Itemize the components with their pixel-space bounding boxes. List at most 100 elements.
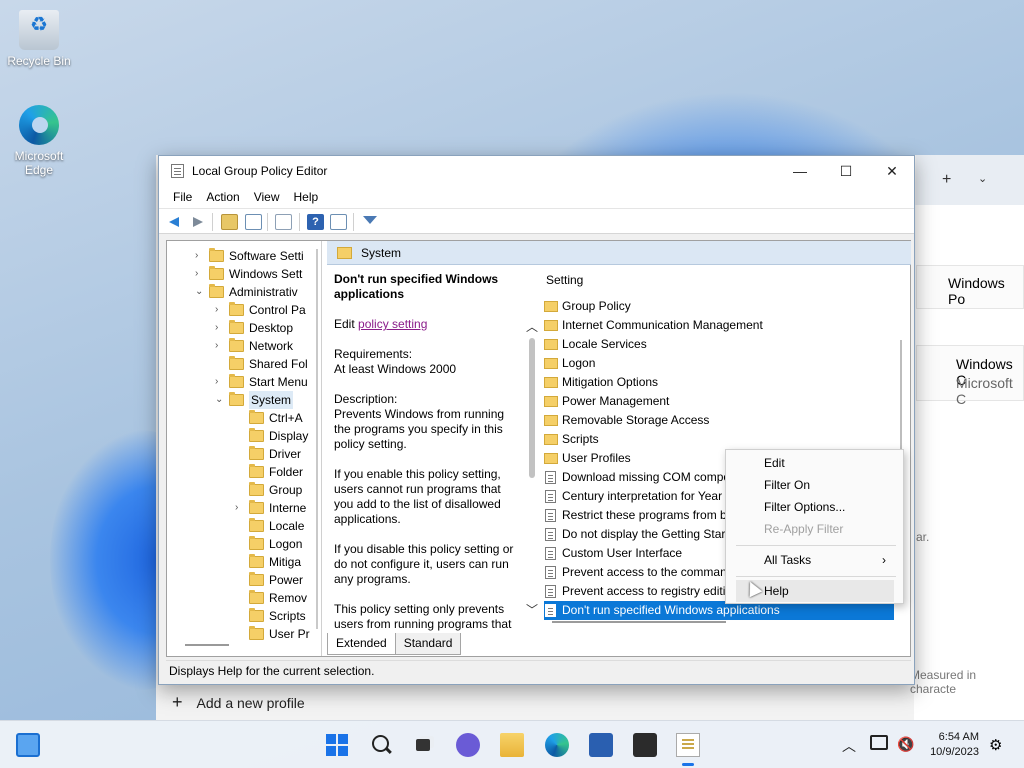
store-icon[interactable] [589,733,613,757]
tree-node-label: Logon [269,537,303,551]
policy-setting-icon [545,566,556,579]
list-item[interactable]: Removable Storage Access [544,411,894,430]
group-policy-editor-window: Local Group Policy Editor — ☐ ✕ File Act… [158,155,915,685]
menu-view[interactable]: View [247,186,287,208]
terminal-icon[interactable] [633,733,657,757]
back-arrow-icon[interactable] [167,214,184,230]
edge-icon[interactable] [545,733,569,757]
toolbar: ? [159,208,914,234]
folder-icon [544,358,558,369]
menu-bar: File Action View Help [159,186,914,208]
task-view-icon[interactable] [412,733,436,757]
close-button[interactable]: ✕ [869,156,915,186]
chevron-down-icon[interactable]: ⌄ [978,172,987,185]
chevron-right-icon[interactable]: › [195,247,205,265]
chevron-right-icon[interactable]: › [215,337,225,355]
recycle-bin-icon [19,10,59,50]
notification-icon[interactable]: ⚙ [989,736,1002,754]
policy-title: Don't run specified Windows applications [334,272,499,301]
tree-node-label: Shared Fol [249,357,308,371]
list-item[interactable]: Internet Communication Management [544,316,894,335]
tree-node-label: Start Menu [249,375,308,389]
clock-time: 6:54 AM [938,731,979,743]
chevron-right-icon[interactable]: › [195,265,205,283]
widgets-icon[interactable] [16,733,40,757]
maximize-button[interactable]: ☐ [823,156,869,186]
group-policy-editor-icon[interactable] [676,733,700,757]
properties-icon[interactable] [330,214,347,230]
context-menu-filter-on[interactable]: Filter On [736,474,894,496]
folder-icon [544,301,558,312]
edit-policy-line: Edit policy setting [334,317,520,332]
description-scrollbar[interactable]: ︿ ﹀ [523,266,541,631]
chevron-up-icon[interactable]: ︿ [526,318,538,335]
new-tab-icon[interactable]: + [942,171,951,189]
filter-icon[interactable] [361,214,378,230]
tree-node-label: Administrativ [229,285,298,299]
chevron-down-icon[interactable]: ⌄ [195,283,205,301]
requirements-label: Requirements: [334,347,413,361]
up-one-level-icon[interactable] [221,214,238,230]
chevron-down-icon[interactable]: ﹀ [526,601,538,618]
folder-icon [249,500,264,514]
tree-horizontal-scrollbar[interactable] [185,644,229,646]
list-horizontal-scrollbar[interactable] [552,621,726,623]
list-item[interactable]: Group Policy [544,297,894,316]
show-hide-console-tree-icon[interactable] [245,214,262,230]
context-menu-all-tasks[interactable]: All Tasks › [736,549,894,571]
settings-item-text: Measured in characte [910,668,977,696]
tab-extended[interactable]: Extended [327,633,396,655]
clock[interactable]: 6:54 AM 10/9/2023 [921,730,979,760]
network-icon[interactable] [870,735,888,750]
folder-icon [249,554,264,568]
scroll-thumb[interactable] [529,338,535,478]
chevron-right-icon[interactable]: › [215,373,225,391]
chevron-up-icon[interactable]: ︿ [842,736,856,756]
title-bar[interactable]: Local Group Policy Editor — ☐ ✕ [159,156,914,186]
tree-scrollbar[interactable] [316,249,318,629]
folder-icon [249,590,264,604]
add-profile-button[interactable]: + Add a new profile [172,692,305,713]
chevron-right-icon[interactable]: › [215,319,225,337]
start-icon[interactable] [325,733,349,757]
help-icon[interactable]: ? [307,214,324,230]
edit-policy-link[interactable]: policy setting [358,317,427,331]
context-menu-edit[interactable]: Edit [736,452,894,474]
folder-icon [229,374,244,388]
export-list-icon[interactable] [275,214,292,230]
chevron-right-icon[interactable]: › [235,499,245,517]
desktop-icon-recycle-bin[interactable]: Recycle Bin [2,10,76,68]
menu-help[interactable]: Help [287,186,326,208]
column-header-setting[interactable]: Setting [546,273,583,287]
folder-icon [229,356,244,370]
console-tree: › Software Setti › Windows Sett ⌄ Administrat… [167,241,322,656]
list-item-label: Do not display the Getting Start [562,527,729,541]
menu-file[interactable]: File [166,186,199,208]
list-item[interactable]: Scripts [544,430,894,449]
list-item[interactable]: Logon [544,354,894,373]
list-item[interactable]: Mitigation Options [544,373,894,392]
tab-standard[interactable]: Standard [394,633,462,655]
folder-icon [249,482,264,496]
settings-item-sublabel: Microsoft C [956,375,1013,407]
folder-icon [209,266,224,280]
file-explorer-icon[interactable] [500,733,524,757]
list-item-label: Prevent access to registry editin [562,584,733,598]
minimize-button[interactable]: — [777,156,823,186]
search-icon[interactable] [370,733,394,757]
menu-action[interactable]: Action [199,186,246,208]
clock-date: 10/9/2023 [930,746,979,758]
forward-arrow-icon[interactable] [189,214,206,230]
list-item[interactable]: Locale Services [544,335,894,354]
list-item-label: Logon [562,356,596,370]
volume-icon[interactable]: 🔇 [897,736,914,753]
list-item[interactable]: Power Management [544,392,894,411]
chevron-right-icon[interactable]: › [215,301,225,319]
policy-setting-icon [545,490,556,503]
list-scrollbar[interactable] [900,340,902,450]
context-menu-filter-options[interactable]: Filter Options... [736,496,894,518]
chat-icon[interactable] [456,733,480,757]
folder-icon [229,320,244,334]
desktop-icon-edge[interactable]: Microsoft Edge [2,105,76,177]
chevron-down-icon[interactable]: ⌄ [215,391,225,409]
